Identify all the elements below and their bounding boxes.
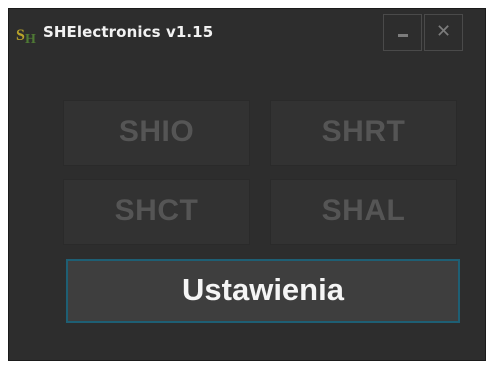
svg-text:S: S <box>16 27 25 44</box>
app-logo-icon: S H <box>16 27 36 45</box>
shal-button[interactable]: SHAL <box>270 179 457 245</box>
settings-button[interactable]: Ustawienia <box>66 259 460 323</box>
close-button[interactable]: ✕ <box>424 14 463 51</box>
app-window: S H SHElectronics v1.15 ✕ SHIO SHRT SHCT… <box>8 8 486 361</box>
shrt-button[interactable]: SHRT <box>270 100 457 166</box>
title-bar[interactable]: S H SHElectronics v1.15 ✕ <box>9 9 485 61</box>
shct-button[interactable]: SHCT <box>63 179 250 245</box>
window-title: SHElectronics v1.15 <box>43 23 214 41</box>
minimize-icon <box>397 34 408 37</box>
shio-button[interactable]: SHIO <box>63 100 250 166</box>
minimize-button[interactable] <box>383 14 422 51</box>
svg-text:H: H <box>25 32 36 45</box>
